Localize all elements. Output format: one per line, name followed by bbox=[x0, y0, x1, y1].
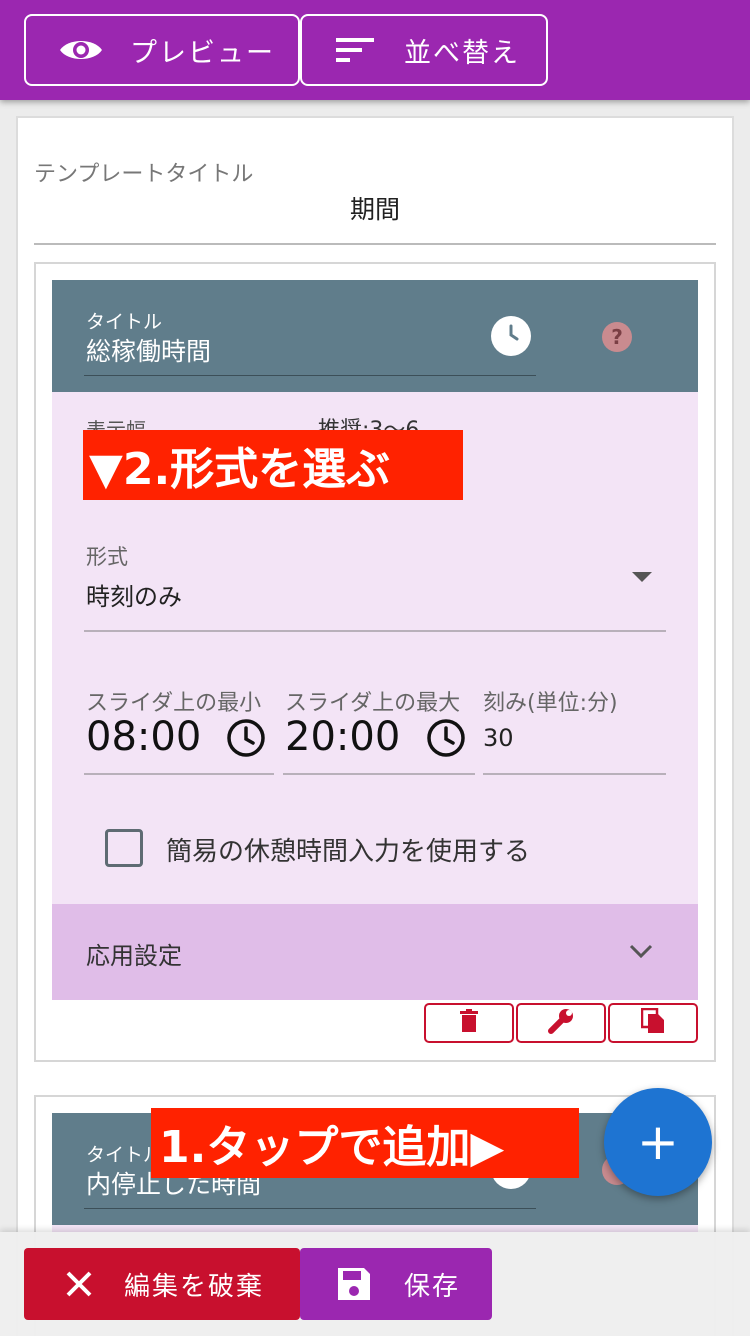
clock-icon[interactable] bbox=[426, 718, 466, 762]
top-toolbar: プレビュー 並べ替え bbox=[0, 0, 750, 100]
slider-max-underline bbox=[283, 773, 475, 775]
settings-button[interactable] bbox=[516, 1003, 606, 1043]
preview-button[interactable]: プレビュー bbox=[24, 14, 300, 86]
format-label: 形式 bbox=[86, 545, 128, 569]
discard-button[interactable]: 編集を破棄 bbox=[24, 1248, 300, 1320]
eye-icon bbox=[58, 35, 104, 65]
annotation-step2: ▼2.形式を選ぶ bbox=[83, 430, 463, 500]
preview-label: プレビュー bbox=[130, 37, 275, 69]
step-input[interactable]: 30 bbox=[483, 724, 514, 752]
save-icon bbox=[336, 1266, 372, 1302]
advanced-settings-label: 応用設定 bbox=[86, 942, 182, 970]
trash-icon bbox=[459, 1009, 479, 1037]
close-icon bbox=[64, 1269, 94, 1299]
save-button[interactable]: 保存 bbox=[300, 1248, 492, 1320]
break-checkbox-label[interactable]: 簡易の休憩時間入力を使用する bbox=[166, 831, 530, 868]
slider-min-underline bbox=[84, 773, 274, 775]
dropdown-arrow-icon[interactable] bbox=[632, 572, 652, 582]
format-underline bbox=[84, 630, 666, 632]
format-select[interactable]: 時刻のみ bbox=[86, 577, 182, 612]
discard-label: 編集を破棄 bbox=[124, 1271, 265, 1302]
step-label: 刻み(単位:分) bbox=[483, 691, 618, 716]
copy-button[interactable] bbox=[608, 1003, 698, 1043]
item-title-label: タイトル bbox=[86, 311, 163, 333]
clock-icon[interactable] bbox=[226, 718, 266, 762]
item-title-underline bbox=[84, 375, 536, 376]
sort-button[interactable]: 並べ替え bbox=[300, 14, 548, 86]
annotation-step1: 1.タップで追加▶ bbox=[151, 1108, 579, 1178]
delete-button[interactable] bbox=[424, 1003, 514, 1043]
plus-icon: + bbox=[637, 1113, 679, 1171]
item-title-underline bbox=[84, 1208, 536, 1209]
clock-icon bbox=[496, 319, 526, 353]
template-title-underline bbox=[34, 243, 716, 245]
template-title-input[interactable]: 期間 bbox=[0, 190, 750, 226]
slider-min-input[interactable]: 08:00 bbox=[86, 714, 201, 760]
slider-max-input[interactable]: 20:00 bbox=[285, 714, 400, 760]
help-icon[interactable]: ? bbox=[602, 322, 632, 352]
wrench-icon bbox=[547, 1007, 575, 1039]
sort-icon bbox=[336, 37, 374, 63]
chevron-down-icon[interactable] bbox=[626, 936, 656, 970]
item-title-input[interactable]: 総稼働時間 bbox=[86, 332, 211, 368]
save-label: 保存 bbox=[404, 1271, 461, 1302]
slider-min-label: スライダ上の最小 bbox=[86, 691, 262, 716]
template-title-label: テンプレートタイトル bbox=[34, 162, 254, 187]
step-underline bbox=[483, 773, 666, 775]
sort-label: 並べ替え bbox=[404, 37, 520, 69]
break-checkbox[interactable] bbox=[105, 829, 143, 867]
copy-icon bbox=[640, 1007, 665, 1038]
clock-type-button[interactable] bbox=[491, 316, 531, 356]
add-item-button[interactable]: + bbox=[604, 1088, 712, 1196]
slider-max-label: スライダ上の最大 bbox=[285, 691, 461, 716]
